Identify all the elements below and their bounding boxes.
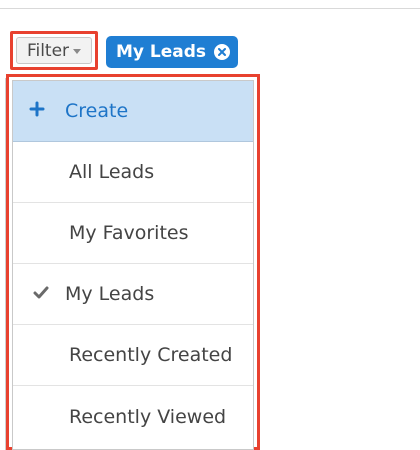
menu-item-all-leads[interactable]: All Leads [13, 142, 253, 203]
menu-item-my-favorites[interactable]: My Favorites [13, 203, 253, 264]
filter-button-label: Filter [26, 40, 70, 61]
close-circle-icon[interactable] [214, 44, 231, 60]
caret-down-icon [73, 49, 82, 54]
active-filter-pill[interactable]: My Leads [106, 36, 239, 68]
menu-item-create-label: Create [65, 100, 129, 122]
menu-item-recently-created[interactable]: Recently Created [13, 325, 253, 386]
menu-item-label: My Favorites [69, 222, 189, 244]
filter-dropdown-menu: Create All Leads My Favorites My Leads R… [12, 80, 254, 450]
active-filter-pill-label: My Leads [116, 42, 207, 62]
filter-dropdown-button[interactable]: Filter [16, 37, 92, 64]
menu-item-label: Recently Created [69, 344, 233, 366]
plus-icon [29, 100, 45, 122]
menu-item-create[interactable]: Create [13, 81, 253, 142]
menu-item-my-leads[interactable]: My Leads [13, 264, 253, 325]
menu-item-recently-viewed[interactable]: Recently Viewed [13, 386, 253, 447]
menu-item-label: My Leads [65, 283, 155, 305]
menu-item-label: Recently Viewed [69, 405, 227, 428]
menu-item-label: All Leads [69, 161, 155, 183]
header-divider [0, 0, 420, 9]
checkmark-icon [33, 283, 49, 305]
